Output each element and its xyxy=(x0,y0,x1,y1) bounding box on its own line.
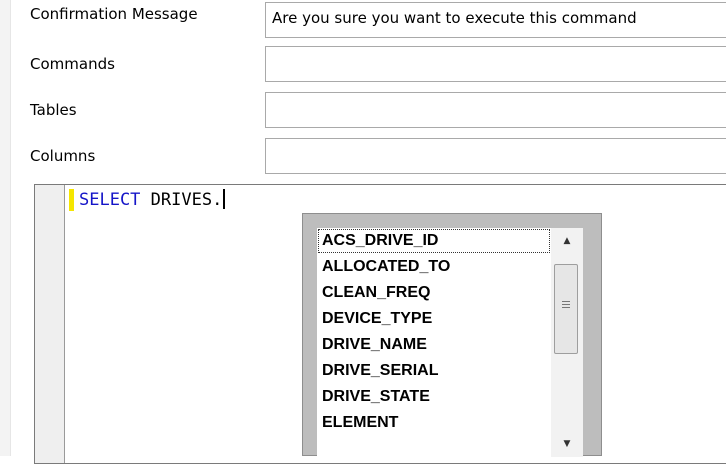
line-change-marker xyxy=(69,189,74,211)
scrollbar-thumb[interactable] xyxy=(554,264,578,354)
autocomplete-item-acs-drive-id[interactable]: ACS_DRIVE_ID xyxy=(317,228,551,254)
confirmation-message-field[interactable]: Are you sure you want to execute this co… xyxy=(265,2,726,38)
autocomplete-scrollbar[interactable]: ▲ ▼ xyxy=(551,228,583,457)
confirmation-message-value: Are you sure you want to execute this co… xyxy=(272,9,637,27)
autocomplete-item-device-type[interactable]: DEVICE_TYPE xyxy=(317,306,551,332)
left-panel-edge xyxy=(0,0,11,456)
sql-identifier: DRIVES. xyxy=(140,190,223,210)
autocomplete-item-allocated-to[interactable]: ALLOCATED_TO xyxy=(317,254,551,280)
autocomplete-item-drive-serial[interactable]: DRIVE_SERIAL xyxy=(317,358,551,384)
grip-icon xyxy=(562,301,570,302)
autocomplete-item-element[interactable]: ELEMENT xyxy=(317,410,551,436)
code-line[interactable]: SELECT DRIVES. xyxy=(79,189,226,211)
confirmation-message-label: Confirmation Message xyxy=(30,5,198,23)
autocomplete-item-drive-name[interactable]: DRIVE_NAME xyxy=(317,332,551,358)
autocomplete-item-clean-freq[interactable]: CLEAN_FREQ xyxy=(317,280,551,306)
scroll-down-icon[interactable]: ▼ xyxy=(551,431,583,457)
editor-gutter xyxy=(35,185,65,463)
autocomplete-list[interactable]: ACS_DRIVE_ID ALLOCATED_TO CLEAN_FREQ DEV… xyxy=(317,228,551,457)
commands-field[interactable] xyxy=(265,46,726,82)
sql-keyword: SELECT xyxy=(79,190,141,210)
text-caret xyxy=(223,189,226,209)
columns-label: Columns xyxy=(30,147,96,165)
tables-label: Tables xyxy=(30,101,77,119)
columns-field[interactable] xyxy=(265,138,726,174)
commands-label: Commands xyxy=(30,55,115,73)
scroll-up-icon[interactable]: ▲ xyxy=(551,228,583,254)
autocomplete-popup: ACS_DRIVE_ID ALLOCATED_TO CLEAN_FREQ DEV… xyxy=(302,213,602,457)
tables-field[interactable] xyxy=(265,92,726,128)
autocomplete-item-drive-state[interactable]: DRIVE_STATE xyxy=(317,384,551,410)
